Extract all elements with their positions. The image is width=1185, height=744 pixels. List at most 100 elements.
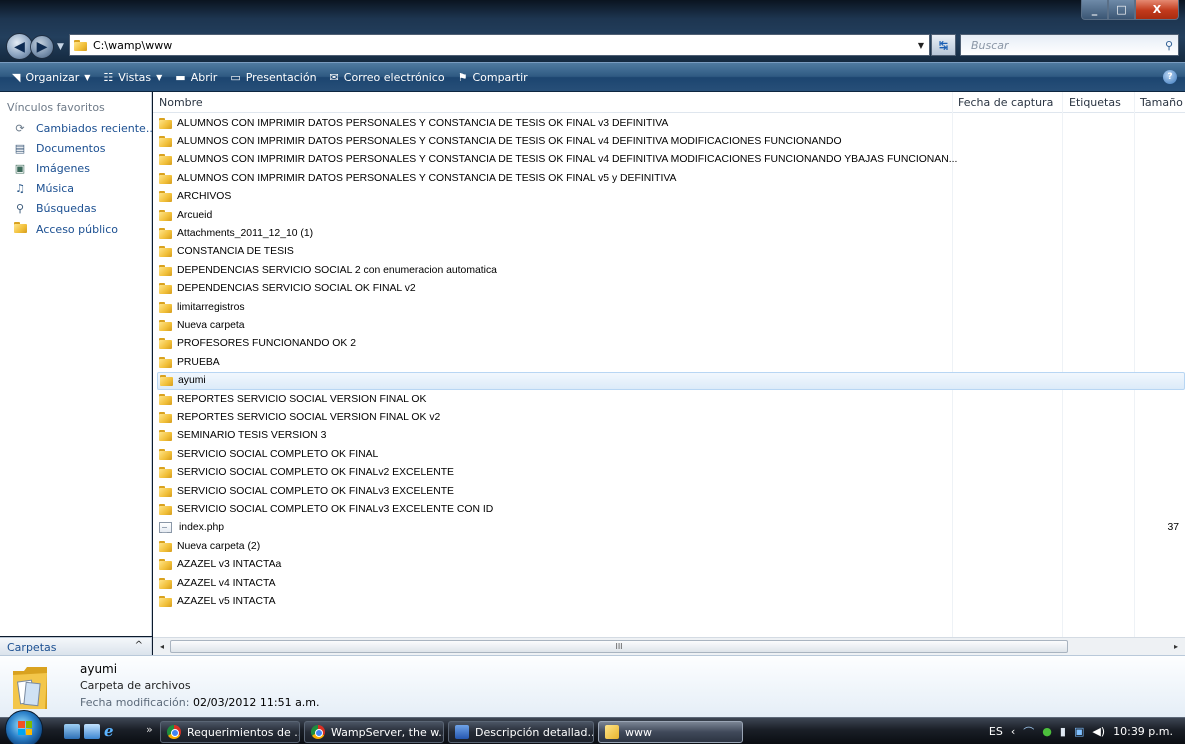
taskbar-button-chrome-1[interactable]: Requerimientos de ... bbox=[160, 721, 300, 743]
scroll-left-button[interactable]: ◂ bbox=[155, 640, 169, 653]
minimize-button[interactable]: _ bbox=[1081, 0, 1108, 20]
help-button[interactable]: ? bbox=[1163, 70, 1177, 84]
switch-windows-icon[interactable] bbox=[84, 724, 100, 739]
taskbar-button-chrome-2[interactable]: WampServer, the w... bbox=[304, 721, 444, 743]
folder-row[interactable]: SERVICIO SOCIAL COMPLETO OK FINAL bbox=[159, 445, 1179, 463]
forward-arrow-icon: ▶ bbox=[36, 38, 48, 55]
tray-expand-icon[interactable]: ‹ bbox=[1011, 725, 1015, 738]
quicklaunch-more-icon[interactable]: » bbox=[146, 723, 153, 736]
close-button[interactable]: X bbox=[1135, 0, 1179, 20]
open-button[interactable]: ▬ Abrir bbox=[175, 71, 217, 84]
folder-row[interactable]: ALUMNOS CON IMPRIMIR DATOS PERSONALES Y … bbox=[159, 151, 1179, 169]
folder-row[interactable]: SERVICIO SOCIAL COMPLETO OK FINALv2 EXCE… bbox=[159, 464, 1179, 482]
folder-row[interactable]: ALUMNOS CON IMPRIMIR DATOS PERSONALES Y … bbox=[159, 114, 1179, 132]
folder-row[interactable]: REPORTES SERVICIO SOCIAL VERSION FINAL O… bbox=[159, 390, 1179, 408]
column-header-date[interactable]: Fecha de captura bbox=[958, 96, 1053, 109]
folder-row[interactable]: AZAZEL v4 INTACTA bbox=[159, 574, 1179, 592]
file-name: ALUMNOS CON IMPRIMIR DATOS PERSONALES Y … bbox=[177, 172, 677, 184]
sidebar-item-music[interactable]: ♫ Música bbox=[12, 182, 74, 195]
internet-explorer-icon[interactable]: ℯ bbox=[104, 724, 120, 739]
column-headers: Nombre Fecha de captura Etiquetas Tamaño bbox=[153, 92, 1185, 113]
file-name: limitarregistros bbox=[177, 301, 245, 313]
folder-row[interactable]: SERVICIO SOCIAL COMPLETO OK FINALv3 EXCE… bbox=[159, 482, 1179, 500]
horizontal-scrollbar[interactable]: ◂ III ▸ bbox=[153, 637, 1185, 655]
file-name: PRUEBA bbox=[177, 356, 220, 368]
column-header-name[interactable]: Nombre bbox=[159, 96, 203, 109]
file-name: SERVICIO SOCIAL COMPLETO OK FINAL bbox=[177, 448, 379, 460]
folder-icon bbox=[159, 448, 172, 460]
views-label: Vistas bbox=[118, 70, 152, 84]
chevron-down-icon: ▼ bbox=[84, 72, 91, 82]
file-name: ALUMNOS CON IMPRIMIR DATOS PERSONALES Y … bbox=[177, 117, 669, 129]
taskbar: ℯ » Requerimientos de ... WampServer, th… bbox=[0, 710, 1185, 744]
folder-row[interactable]: ALUMNOS CON IMPRIMIR DATOS PERSONALES Y … bbox=[159, 132, 1179, 150]
folder-row[interactable]: Nueva carpeta bbox=[159, 316, 1179, 334]
scroll-thumb[interactable]: III bbox=[170, 640, 1068, 653]
display-icon[interactable]: ▣ bbox=[1074, 725, 1084, 738]
folder-row[interactable]: DEPENDENCIAS SERVICIO SOCIAL OK FINAL v2 bbox=[159, 280, 1179, 298]
info-icon[interactable]: ● bbox=[1042, 725, 1052, 738]
folder-row[interactable]: Attachments_2011_12_10 (1) bbox=[159, 224, 1179, 242]
folders-label: Carpetas bbox=[7, 641, 57, 654]
folder-row[interactable]: limitarregistros bbox=[159, 298, 1179, 316]
folder-row[interactable]: SERVICIO SOCIAL COMPLETO OK FINALv3 EXCE… bbox=[159, 500, 1179, 518]
folder-row[interactable]: DEPENDENCIAS SERVICIO SOCIAL 2 con enume… bbox=[159, 261, 1179, 279]
folder-row[interactable]: REPORTES SERVICIO SOCIAL VERSION FINAL O… bbox=[159, 408, 1179, 426]
slideshow-button[interactable]: ▭ Presentación bbox=[230, 71, 316, 84]
taskbar-button-explorer[interactable]: www bbox=[598, 721, 743, 743]
address-history-dropdown[interactable]: ▼ bbox=[913, 41, 929, 50]
sidebar-item-documents[interactable]: ▤ Documentos bbox=[12, 142, 106, 155]
share-button[interactable]: ⚑ Compartir bbox=[458, 71, 528, 84]
folders-toggle[interactable]: Carpetas ^ bbox=[0, 637, 152, 655]
windows-logo-icon bbox=[18, 721, 32, 735]
views-button[interactable]: ☷ Vistas ▼ bbox=[103, 71, 162, 84]
search-icon[interactable]: ⚲ bbox=[1165, 39, 1173, 52]
folder-row[interactable]: AZAZEL v5 INTACTA bbox=[159, 592, 1179, 610]
sidebar-item-recent[interactable]: ⟳ Cambiados reciente... bbox=[12, 122, 156, 135]
folder-icon bbox=[159, 430, 172, 442]
folder-row[interactable]: Nueva carpeta (2) bbox=[159, 537, 1179, 555]
file-name: Nueva carpeta bbox=[177, 319, 245, 331]
date-modified-value: 02/03/2012 11:51 a.m. bbox=[192, 696, 320, 709]
folder-row[interactable]: SEMINARIO TESIS VERSION 3 bbox=[159, 427, 1179, 445]
folder-icon bbox=[159, 411, 172, 423]
maximize-button[interactable]: □ bbox=[1108, 0, 1135, 20]
column-header-tags[interactable]: Etiquetas bbox=[1069, 96, 1121, 109]
clock[interactable]: 10:39 p.m. bbox=[1113, 725, 1173, 738]
organize-button[interactable]: ◥ Organizar ▼ bbox=[12, 71, 90, 84]
folder-row[interactable]: Arcueid bbox=[159, 206, 1179, 224]
search-input[interactable]: Buscar ⚲ bbox=[960, 34, 1179, 56]
language-indicator[interactable]: ES bbox=[989, 725, 1003, 738]
scroll-right-button[interactable]: ▸ bbox=[1169, 640, 1183, 653]
selected-item-type: Carpeta de archivos bbox=[80, 679, 191, 692]
address-path[interactable]: C:\wamp\www bbox=[93, 39, 172, 52]
sidebar-item-pictures[interactable]: ▣ Imágenes bbox=[12, 162, 90, 175]
folder-icon bbox=[160, 375, 173, 387]
folder-row[interactable]: ALUMNOS CON IMPRIMIR DATOS PERSONALES Y … bbox=[159, 169, 1179, 187]
network-icon[interactable]: ⌒ bbox=[1023, 724, 1034, 740]
folder-row[interactable]: AZAZEL v3 INTACTAa bbox=[159, 556, 1179, 574]
folder-row[interactable]: PRUEBA bbox=[159, 353, 1179, 371]
address-bar[interactable]: C:\wamp\www ▼ bbox=[69, 34, 930, 56]
folder-row[interactable]: PROFESORES FUNCIONANDO OK 2 bbox=[159, 335, 1179, 353]
forward-button[interactable]: ▶ bbox=[30, 34, 54, 59]
file-name: Nueva carpeta (2) bbox=[177, 540, 261, 552]
taskbar-button-word[interactable]: Descripción detallad... bbox=[448, 721, 594, 743]
folder-row[interactable]: ayumi bbox=[157, 371, 1185, 390]
refresh-button[interactable]: ↹ bbox=[931, 34, 956, 56]
file-name: ALUMNOS CON IMPRIMIR DATOS PERSONALES Y … bbox=[177, 135, 842, 147]
back-button[interactable]: ◀ bbox=[6, 33, 33, 60]
show-desktop-icon[interactable] bbox=[64, 724, 80, 739]
column-header-size[interactable]: Tamaño bbox=[1140, 96, 1183, 109]
wireless-icon[interactable]: ▮ bbox=[1060, 725, 1066, 738]
folder-row[interactable]: CONSTANCIA DE TESIS bbox=[159, 243, 1179, 261]
sidebar-item-searches[interactable]: ⚲ Búsquedas bbox=[12, 202, 96, 215]
volume-icon[interactable]: ◀) bbox=[1092, 725, 1105, 738]
folder-row[interactable]: ARCHIVOS bbox=[159, 188, 1179, 206]
email-button[interactable]: ✉ Correo electrónico bbox=[330, 71, 445, 84]
large-folder-icon bbox=[13, 667, 47, 709]
file-row[interactable]: index.php 37 bbox=[159, 519, 1179, 537]
start-button[interactable] bbox=[5, 710, 43, 744]
sidebar-item-public[interactable]: Acceso público bbox=[12, 222, 118, 236]
recent-pages-dropdown[interactable]: ▼ bbox=[57, 42, 64, 52]
